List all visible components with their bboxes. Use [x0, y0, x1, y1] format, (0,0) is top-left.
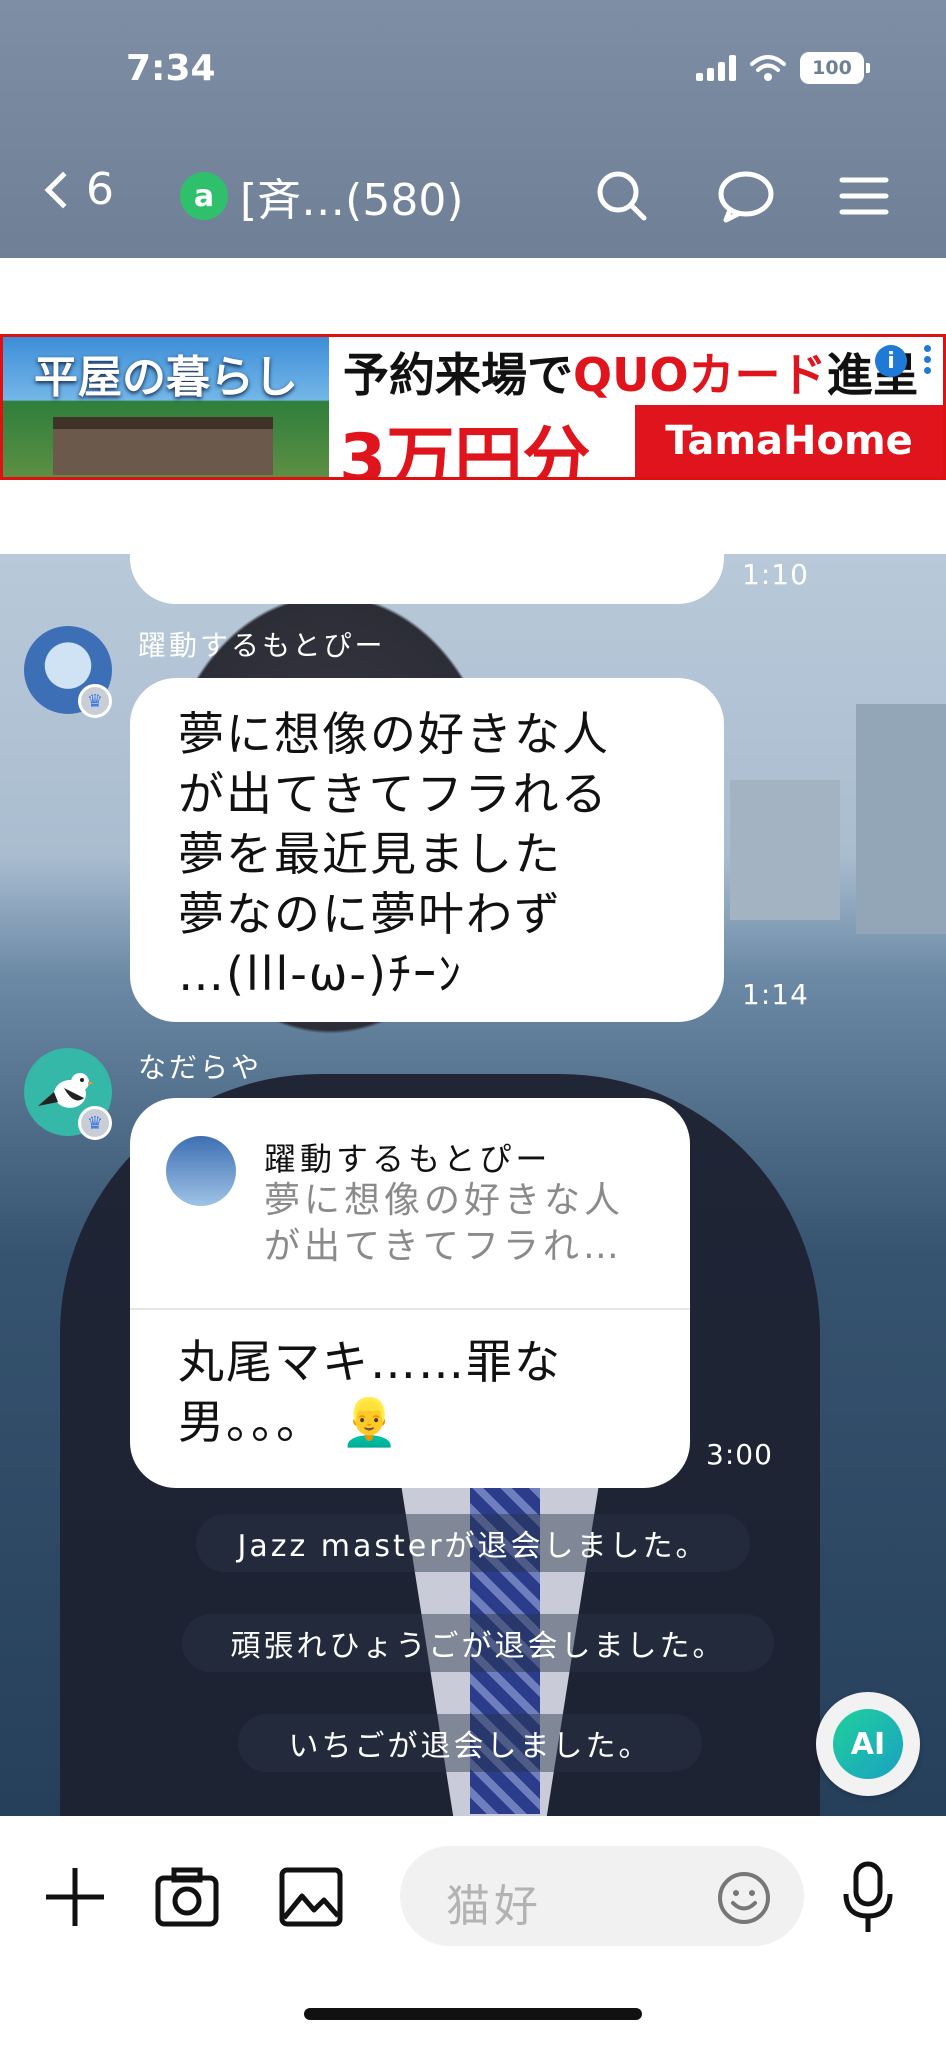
message-bubble-partial[interactable] — [130, 554, 724, 604]
ad-copy: 予約来場でQUOカード進呈 3万円分 TamaHome i — [329, 337, 943, 477]
nav-bar: 6 a [斉…(580) — [0, 158, 946, 230]
reply-quote-text: 夢に想像の好きな人 が出てきてフラれ… — [264, 1180, 625, 1267]
system-message: 頑張れひょうごが退会しました。 — [182, 1614, 774, 1672]
ad-image: 平屋の暮らし — [3, 337, 329, 477]
message-bubble[interactable]: 夢に想像の好きな人 が出てきてフラれる 夢を最近見ました 夢なのに夢叶わず …(… — [130, 678, 724, 1022]
room-title-area[interactable]: a [斉…(580) — [180, 164, 463, 228]
chat-area[interactable]: 1:10 ♛ 躍動するもとぴー 夢に想像の好きな人 が出てきてフラれる 夢を最近… — [0, 554, 946, 1816]
image-icon[interactable] — [276, 1862, 346, 1932]
ad-more-icon[interactable] — [921, 341, 933, 381]
unread-count: 6 — [86, 164, 114, 215]
ad-line1-prefix: 予約来場で — [343, 348, 573, 402]
ad-banner[interactable]: 平屋の暮らし 予約来場でQUOカード進呈 3万円分 TamaHome i — [0, 334, 946, 480]
message-input-text: 猫好 — [446, 1881, 542, 1932]
ad-line-2: 3万円分 — [339, 420, 591, 480]
emoji-icon[interactable] — [716, 1870, 772, 1926]
plus-icon[interactable] — [40, 1862, 110, 1932]
camera-icon[interactable] — [152, 1862, 222, 1932]
composer-bar: 猫好 — [0, 1816, 946, 2048]
system-message: いちごが退会しました。 — [238, 1714, 702, 1772]
reply-sender-name: 躍動するもとぴー — [264, 1140, 552, 1178]
cellular-signal-icon — [696, 55, 736, 81]
message-text: 夢に想像の好きな人 が出てきてフラれる 夢を最近見ました 夢なのに夢叶わず …(… — [178, 707, 610, 1001]
ai-assistant-button[interactable]: AI — [816, 1692, 920, 1796]
ad-info-icon[interactable]: i — [875, 345, 907, 377]
microphone-icon[interactable] — [838, 1860, 898, 1936]
ad-left-title: 平屋の暮らし — [34, 352, 298, 403]
system-message: Jazz masterが退会しました。 — [196, 1514, 750, 1572]
reply-divider — [130, 1308, 690, 1310]
ad-brand-logo: TamaHome — [635, 405, 943, 477]
wifi-icon — [750, 55, 786, 81]
status-time: 7:34 — [126, 48, 216, 89]
chat-header: 7:34 100 6 a [斉…(580) — [0, 0, 946, 258]
background-building — [730, 780, 840, 920]
reply-avatar — [166, 1136, 236, 1206]
sender-name: なだらや — [138, 1051, 263, 1084]
message-time: 1:14 — [742, 978, 809, 1011]
message-time: 1:10 — [742, 558, 809, 591]
ad-line-1: 予約来場でQUOカード進呈 — [343, 339, 919, 405]
message-input[interactable]: 猫好 — [400, 1846, 804, 1946]
background-building — [856, 704, 946, 934]
back-button[interactable]: 6 — [40, 164, 114, 215]
ad-line1-highlight: QUOカード — [573, 348, 827, 402]
openchat-badge-icon: a — [180, 172, 228, 220]
crown-icon: ♛ — [78, 684, 112, 718]
message-text: 丸尾マキ……罪な 男。。。 👱‍♂️ — [178, 1335, 562, 1449]
status-icons: 100 — [696, 52, 870, 84]
message-time: 3:00 — [706, 1438, 773, 1471]
house-illustration — [53, 417, 273, 475]
crown-icon: ♛ — [78, 1106, 112, 1140]
room-title: [斉…(580) — [240, 175, 464, 226]
sender-name: 躍動するもとぴー — [138, 629, 386, 662]
home-indicator[interactable] — [304, 2008, 642, 2020]
reply-message-bubble[interactable]: 躍動するもとぴー 夢に想像の好きな人 が出てきてフラれ… 丸尾マキ……罪な 男。… — [130, 1098, 690, 1488]
menu-icon[interactable] — [834, 168, 894, 224]
chat-bubbles-icon[interactable] — [716, 168, 776, 224]
ai-icon: AI — [833, 1709, 903, 1779]
battery-icon: 100 — [800, 52, 870, 84]
chevron-left-icon — [44, 171, 82, 208]
search-icon[interactable] — [592, 168, 652, 224]
